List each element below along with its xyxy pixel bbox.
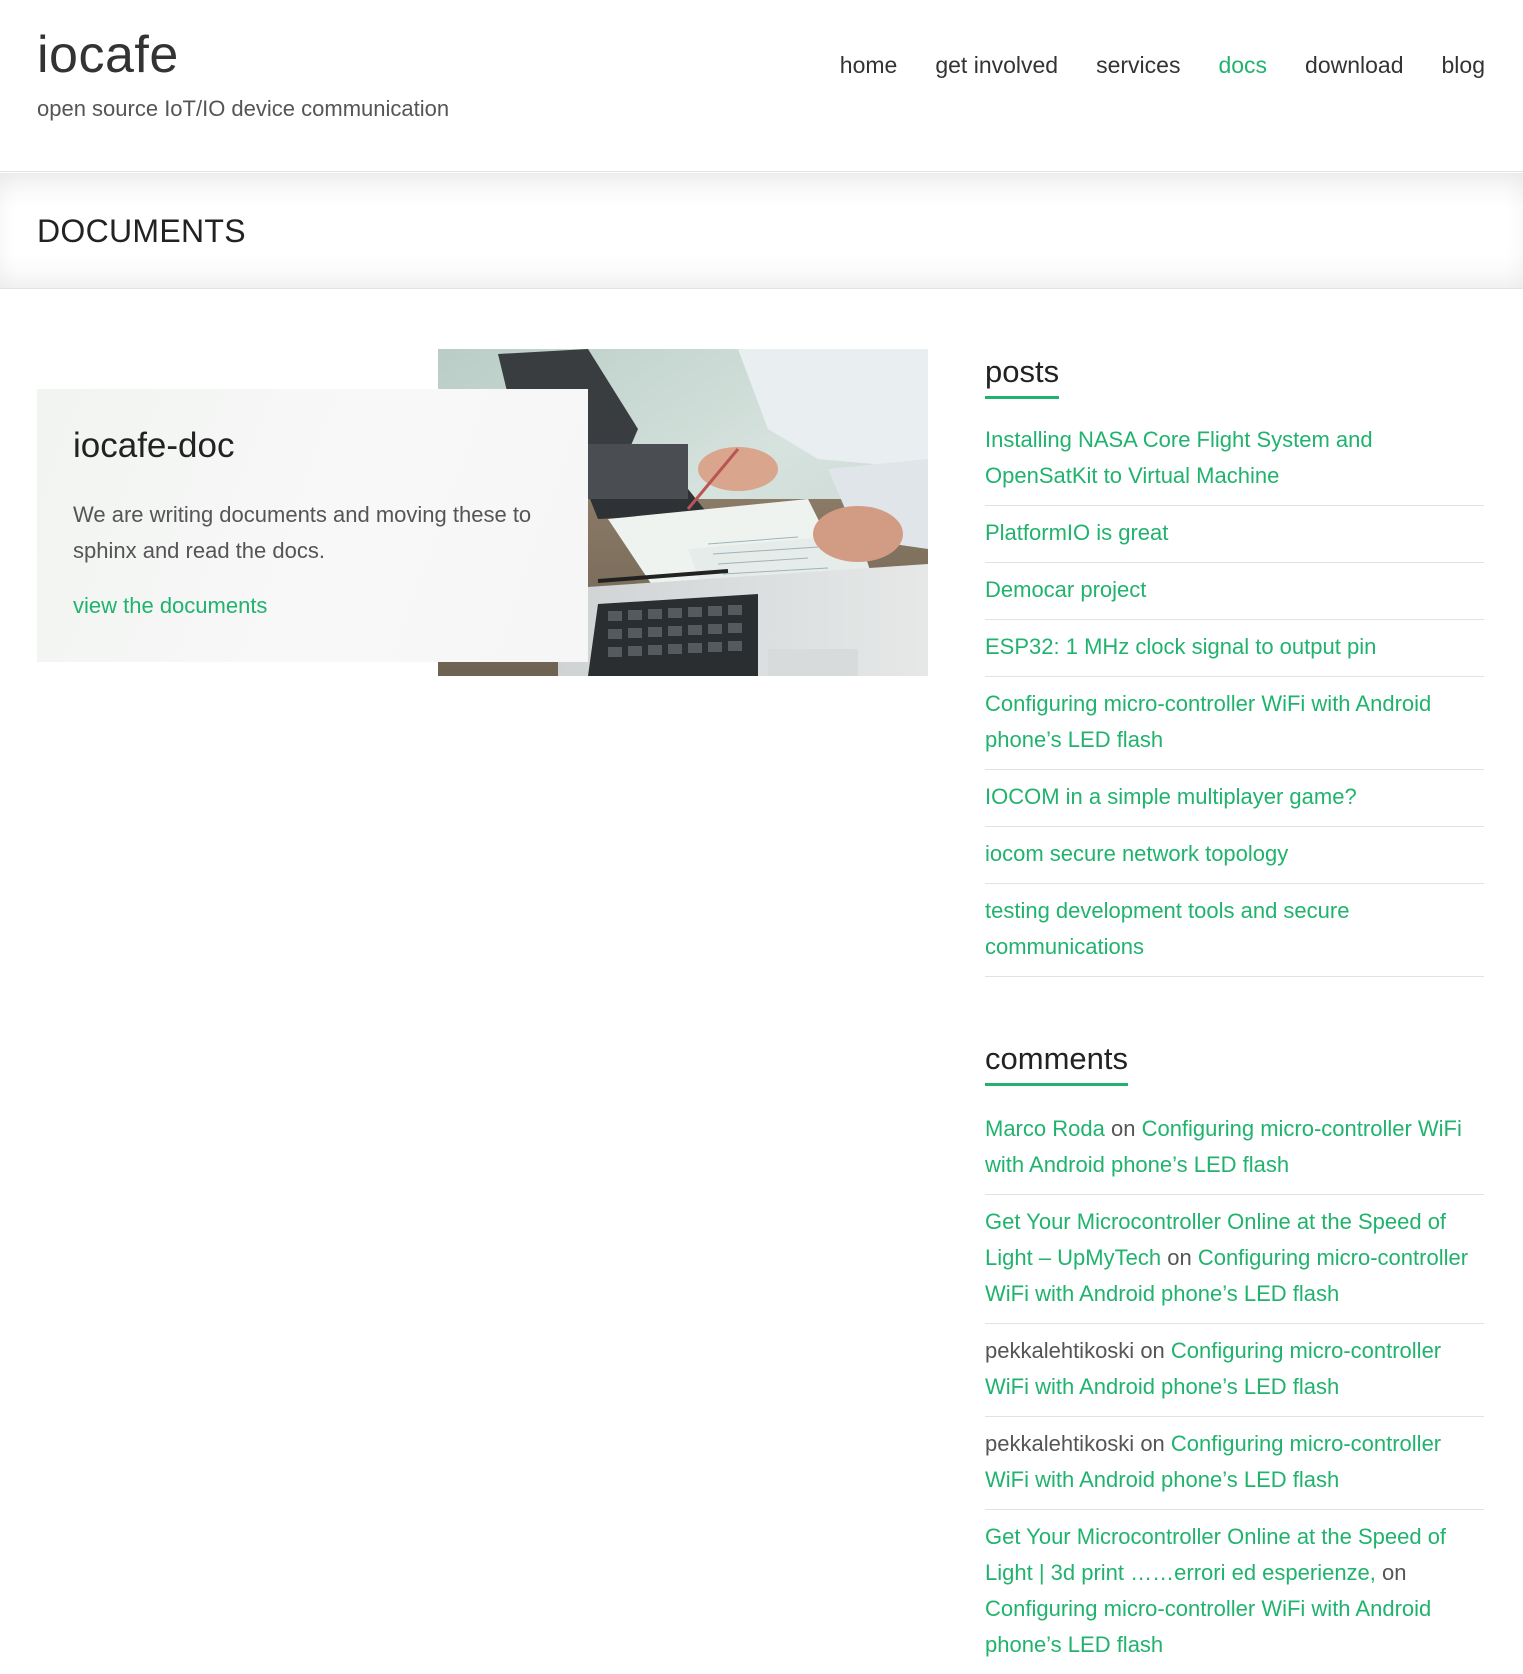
post-list-item: Democar project xyxy=(985,563,1484,620)
comment-connector: on xyxy=(1382,1560,1407,1585)
comments-widget: comments Marco Roda on Configuring micro… xyxy=(985,1037,1484,1674)
page-title-band: DOCUMENTS xyxy=(0,173,1523,289)
view-documents-link[interactable]: view the documents xyxy=(73,591,267,621)
nav-item-download[interactable]: download xyxy=(1305,48,1403,82)
nav-item-blog[interactable]: blog xyxy=(1442,48,1485,82)
post-list-item: IOCOM in a simple multiplayer game? xyxy=(985,770,1484,827)
nav-item-home[interactable]: home xyxy=(840,48,898,82)
comment-author-link[interactable]: Get Your Microcontroller Online at the S… xyxy=(985,1524,1446,1585)
comments-list: Marco Roda on Configuring micro-controll… xyxy=(985,1102,1484,1674)
comment-author: pekkalehtikoski xyxy=(985,1338,1135,1363)
comment-author: pekkalehtikoski xyxy=(985,1431,1135,1456)
comment-connector: on xyxy=(1140,1338,1165,1363)
posts-list: Installing NASA Core Flight System and O… xyxy=(985,413,1484,977)
post-list-item: iocom secure network topology xyxy=(985,827,1484,884)
comment-list-item: pekkalehtikoski on Configuring micro-con… xyxy=(985,1417,1484,1510)
card-title: iocafe-doc xyxy=(73,426,235,465)
comments-widget-title: comments xyxy=(985,1037,1128,1086)
post-link[interactable]: iocom secure network topology xyxy=(985,841,1288,866)
nav-item-services[interactable]: services xyxy=(1096,48,1180,82)
post-list-item: PlatformIO is great xyxy=(985,506,1484,563)
feature-card: iocafe-doc We are writing documents and … xyxy=(37,389,588,662)
site-title-link[interactable]: iocafe xyxy=(37,24,179,86)
comment-list-item: Marco Roda on Configuring micro-controll… xyxy=(985,1102,1484,1195)
site-header: iocafe open source IoT/IO device communi… xyxy=(0,0,1523,172)
post-list-item: Configuring micro-controller WiFi with A… xyxy=(985,677,1484,770)
comment-connector: on xyxy=(1167,1245,1192,1270)
post-list-item: Installing NASA Core Flight System and O… xyxy=(985,413,1484,506)
comment-list-item: pekkalehtikoski on Configuring micro-con… xyxy=(985,1324,1484,1417)
comment-list-item: Get Your Microcontroller Online at the S… xyxy=(985,1510,1484,1674)
post-list-item: ESP32: 1 MHz clock signal to output pin xyxy=(985,620,1484,677)
post-link[interactable]: Configuring micro-controller WiFi with A… xyxy=(985,691,1431,752)
site-tagline: open source IoT/IO device communication xyxy=(37,96,450,121)
post-link[interactable]: Democar project xyxy=(985,577,1146,602)
nav-item-get-involved[interactable]: get involved xyxy=(935,48,1058,82)
comment-connector: on xyxy=(1140,1431,1165,1456)
main-navigation: home get involved services docs download… xyxy=(802,48,1485,82)
posts-widget: posts Installing NASA Core Flight System… xyxy=(985,350,1484,977)
comment-author-link[interactable]: Marco Roda xyxy=(985,1116,1105,1141)
posts-widget-title: posts xyxy=(985,350,1060,399)
comment-connector: on xyxy=(1110,1116,1136,1141)
post-link[interactable]: PlatformIO is great xyxy=(985,520,1168,545)
post-link[interactable]: testing development tools and secure com… xyxy=(985,898,1349,959)
post-link[interactable]: IOCOM in a simple multiplayer game? xyxy=(985,784,1357,809)
post-link[interactable]: ESP32: 1 MHz clock signal to output pin xyxy=(985,634,1376,659)
post-list-item: testing development tools and secure com… xyxy=(985,884,1484,977)
post-link[interactable]: Installing NASA Core Flight System and O… xyxy=(985,427,1373,488)
sidebar: posts Installing NASA Core Flight System… xyxy=(985,350,1484,1674)
page-title: DOCUMENTS xyxy=(37,213,246,249)
card-description: We are writing documents and moving thes… xyxy=(73,502,532,563)
comment-list-item: Get Your Microcontroller Online at the S… xyxy=(985,1195,1484,1324)
nav-item-docs[interactable]: docs xyxy=(1218,48,1267,82)
comment-post-link[interactable]: Configuring micro-controller WiFi with A… xyxy=(985,1596,1431,1657)
